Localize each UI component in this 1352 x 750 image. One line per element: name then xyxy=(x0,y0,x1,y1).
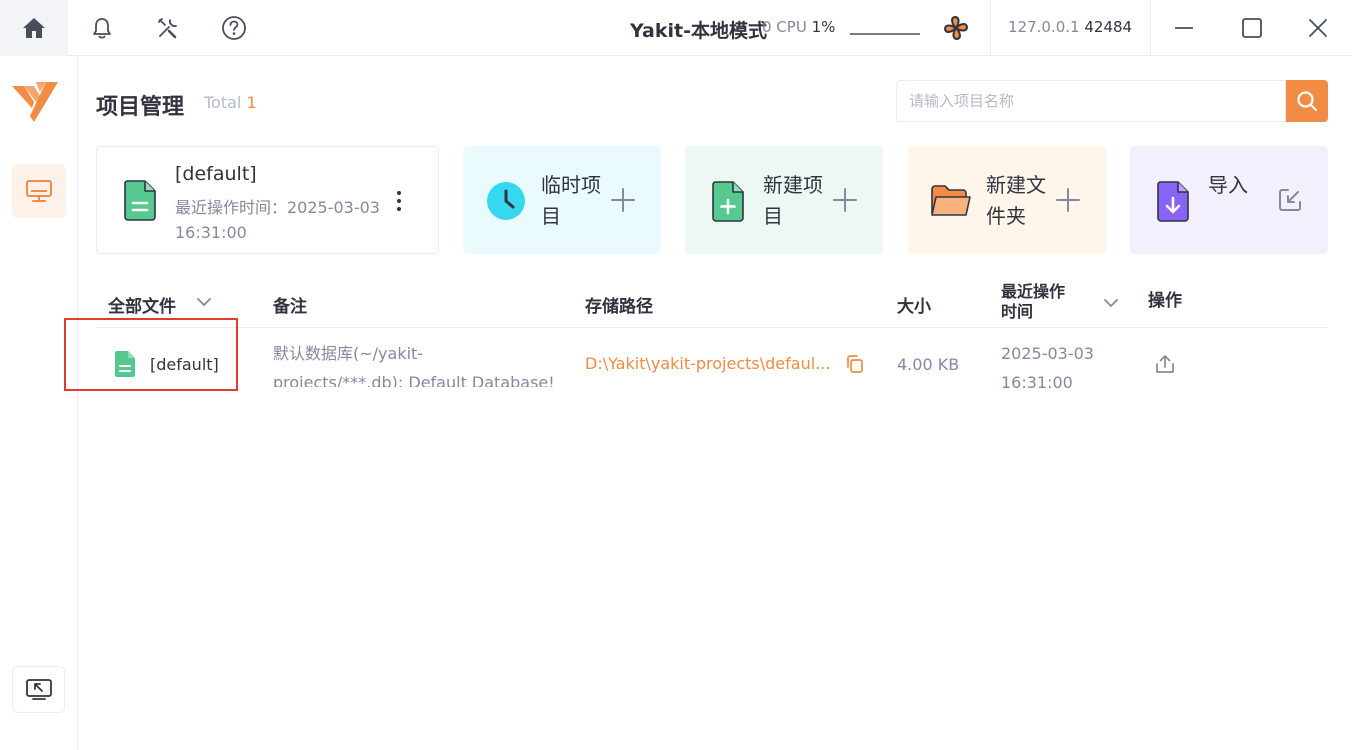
row-time: 2025-03-03 16:31:00 xyxy=(1001,339,1094,397)
more-options-button[interactable] xyxy=(389,185,409,217)
row-remark-line2: projects/***.db): Default Database! xyxy=(273,373,555,387)
table-row[interactable]: [default] 默认数据库(~/yakit- projects/***.db… xyxy=(96,328,1328,402)
clock-icon xyxy=(485,180,527,222)
column-last-time[interactable]: 最近操作 时间 xyxy=(1001,282,1065,322)
file-import-icon xyxy=(1152,180,1194,222)
column-path: 存储路径 xyxy=(585,297,653,317)
plus-icon xyxy=(833,188,857,212)
title-bar: Yakit-本地模式 0 CPU 1% 127.0.0.1 42484 xyxy=(0,0,1352,56)
plus-icon xyxy=(611,188,635,212)
help-button[interactable] xyxy=(218,12,250,44)
main-panel: 项目管理 Total 1 [default] 最近操作时间：2025-03-03… xyxy=(78,56,1352,750)
column-ops: 操作 xyxy=(1148,291,1182,311)
exit-screen-button[interactable] xyxy=(12,666,65,713)
engine-port: 42484 xyxy=(1084,18,1133,36)
row-size: 4.00 KB xyxy=(897,355,960,374)
chevron-down-icon[interactable] xyxy=(1103,296,1119,310)
close-button[interactable] xyxy=(1298,8,1338,48)
current-project-name: [default] xyxy=(175,163,257,185)
title-divider xyxy=(1150,0,1151,56)
file-add-icon xyxy=(707,180,749,222)
new-folder-label: 新建文件夹 xyxy=(986,173,1046,228)
column-size: 大小 xyxy=(897,297,931,317)
notification-button[interactable] xyxy=(86,12,118,44)
sidebar-item-project[interactable] xyxy=(12,164,66,218)
column-files[interactable]: 全部文件 xyxy=(108,292,176,317)
row-remark: 默认数据库(~/yakit- projects/***.db): Default… xyxy=(273,339,555,387)
window-title: Yakit-本地模式 xyxy=(630,20,767,42)
row-time-of-day: 16:31:00 xyxy=(1001,373,1073,392)
column-last-time-line1: 最近操作 xyxy=(1001,282,1066,301)
screen-arrow-icon xyxy=(25,678,52,700)
new-project-card[interactable]: 新建项目 xyxy=(685,146,883,254)
plus-icon xyxy=(1056,188,1080,212)
tools-button[interactable] xyxy=(152,12,184,44)
sidebar xyxy=(0,56,78,750)
search-input[interactable] xyxy=(896,80,1286,122)
cpu-sparkline xyxy=(850,33,920,35)
new-project-label: 新建项目 xyxy=(763,173,823,228)
cpu-value: 1% xyxy=(811,18,836,36)
temp-project-card[interactable]: 临时项目 xyxy=(463,146,661,254)
column-remark: 备注 xyxy=(273,297,307,317)
minimize-button[interactable] xyxy=(1164,8,1204,48)
engine-status-button[interactable] xyxy=(940,12,972,44)
table-header: 全部文件 备注 存储路径 大小 最近操作 时间 操作 xyxy=(96,276,1328,328)
copy-icon[interactable] xyxy=(845,354,865,374)
row-date: 2025-03-03 xyxy=(1001,344,1094,363)
import-label: 导入 xyxy=(1208,173,1248,197)
help-icon xyxy=(222,16,246,40)
minimize-icon xyxy=(1175,27,1193,29)
home-icon xyxy=(23,18,45,38)
highlight-box xyxy=(64,318,238,391)
yakit-logo xyxy=(12,82,58,122)
engine-ip: 127.0.0.1 xyxy=(1008,18,1080,36)
total-count: Total 1 xyxy=(204,93,257,112)
temp-project-label: 临时项目 xyxy=(541,173,601,228)
maximize-button[interactable] xyxy=(1232,8,1272,48)
new-folder-card[interactable]: 新建文件夹 xyxy=(908,146,1106,254)
import-card[interactable]: 导入 xyxy=(1130,146,1328,254)
folder-icon xyxy=(930,180,972,222)
export-icon[interactable] xyxy=(1154,353,1176,375)
file-icon xyxy=(124,180,156,221)
current-project-card[interactable]: [default] 最近操作时间：2025-03-03 16:31:00 xyxy=(96,146,439,254)
home-button[interactable] xyxy=(0,0,68,56)
column-last-time-line2: 时间 xyxy=(1001,302,1034,321)
title-divider xyxy=(990,0,991,56)
search-icon xyxy=(1297,91,1318,112)
chevron-down-icon[interactable] xyxy=(196,295,212,309)
import-box-icon xyxy=(1279,189,1301,211)
pinwheel-icon xyxy=(944,16,968,40)
row-remark-line1: 默认数据库(~/yakit- xyxy=(273,344,424,363)
current-project-time: 最近操作时间：2025-03-03 16:31:00 xyxy=(175,198,380,242)
engine-address: 127.0.0.1 42484 xyxy=(1008,18,1132,36)
monitor-icon xyxy=(26,180,52,202)
page-title: 项目管理 xyxy=(96,95,185,120)
maximize-icon xyxy=(1242,18,1262,38)
total-label: Total xyxy=(204,93,242,112)
cpu-indicator: 0 CPU 1% xyxy=(762,18,835,36)
total-value: 1 xyxy=(246,93,257,112)
bell-icon xyxy=(93,18,111,39)
row-path-link[interactable]: D:\Yakit\yakit-projects\defaul... xyxy=(585,354,830,373)
tools-icon xyxy=(158,18,177,39)
cpu-label: 0 CPU xyxy=(762,18,807,36)
more-icon xyxy=(397,191,401,195)
close-icon xyxy=(1309,19,1327,37)
search-button[interactable] xyxy=(1286,80,1328,122)
